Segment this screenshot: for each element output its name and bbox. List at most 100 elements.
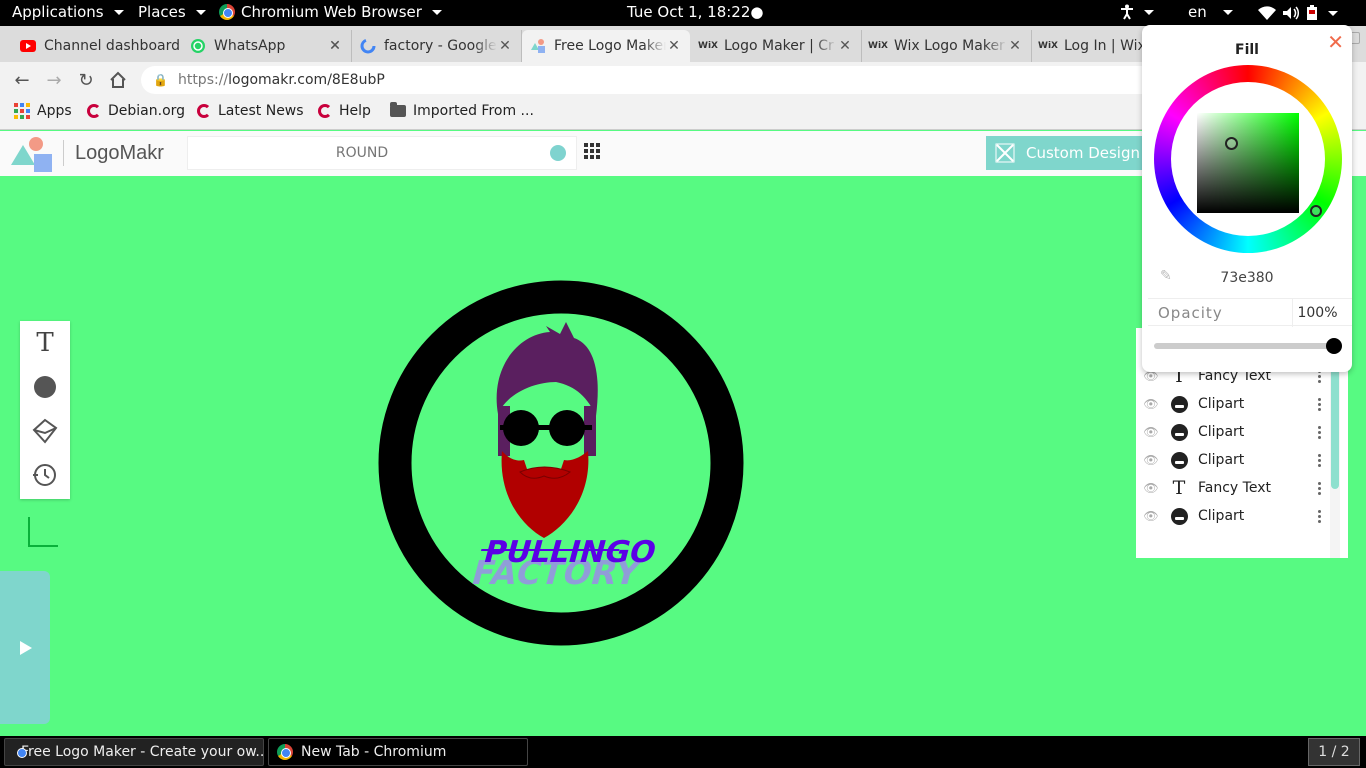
layer-options-icon[interactable] — [1312, 509, 1326, 523]
back-button[interactable]: ← — [10, 68, 34, 92]
tab-whatsapp[interactable]: WhatsApp ✕ — [182, 30, 352, 62]
layer-options-icon[interactable] — [1312, 453, 1326, 467]
bookmark-apps[interactable]: Apps — [14, 103, 72, 119]
accessibility-menu[interactable] — [1120, 4, 1154, 20]
beard-shape — [501, 451, 589, 538]
bookmark-debian[interactable]: Debian.org — [87, 103, 185, 119]
logo-text-group[interactable]: FACTORY PULLINGO — [467, 535, 660, 591]
layer-row[interactable]: 👁 Clipart — [1136, 502, 1326, 530]
logomakr-logo[interactable] — [10, 135, 54, 173]
history-tool[interactable] — [20, 453, 70, 497]
hue-handle[interactable] — [1310, 205, 1322, 217]
forward-button[interactable]: → — [42, 68, 66, 92]
browser-label: Chromium Web Browser — [241, 3, 422, 21]
layer-options-icon[interactable] — [1312, 481, 1326, 495]
tab-google[interactable]: factory - Google ✕ — [352, 30, 522, 62]
bookmark-latest-news[interactable]: Latest News — [197, 103, 304, 119]
bookmark-label: Imported From ... — [413, 103, 534, 119]
visibility-eye-icon[interactable]: 👁 — [1136, 425, 1166, 439]
bookmark-label: Latest News — [218, 103, 304, 119]
workspace-indicator[interactable]: 1 / 2 — [1308, 738, 1360, 766]
system-menu[interactable] — [1258, 5, 1338, 21]
tab-title: Free Logo Maker — [554, 38, 666, 54]
layer-row[interactable]: 👁 T Fancy Text — [1136, 474, 1326, 502]
reload-button[interactable]: ↻ — [74, 68, 98, 92]
close-tab-icon[interactable]: ✕ — [497, 38, 513, 54]
close-tab-icon[interactable]: ✕ — [837, 38, 853, 54]
close-tab-icon[interactable]: ✕ — [1007, 38, 1023, 54]
search-icon[interactable] — [550, 145, 566, 161]
task-logomakr-window[interactable]: Free Logo Maker - Create your ow... — [4, 738, 264, 766]
reload-icon: ↻ — [78, 69, 94, 91]
text-tool[interactable]: T — [20, 321, 70, 365]
layer-options-icon[interactable] — [1312, 397, 1326, 411]
search-input[interactable] — [188, 137, 576, 169]
clipart-search[interactable] — [187, 136, 577, 170]
opacity-slider-handle[interactable] — [1326, 338, 1342, 354]
url-scheme: https:// — [177, 72, 229, 88]
places-menu[interactable]: Places — [138, 3, 206, 21]
layer-row[interactable]: 👁 Clipart — [1136, 418, 1326, 446]
saturation-value-handle[interactable] — [1225, 137, 1238, 150]
bookmark-label: Help — [339, 103, 371, 119]
hipster-face-clipart[interactable] — [496, 322, 598, 538]
layer-row[interactable]: 👁 Clipart — [1136, 446, 1326, 474]
opacity-value-field[interactable]: 100% — [1292, 299, 1342, 327]
saturation-value-picker[interactable] — [1197, 113, 1299, 213]
close-icon[interactable]: ✕ — [1327, 30, 1344, 54]
logo-artwork[interactable]: FACTORY PULLINGO — [370, 276, 750, 656]
close-tab-icon[interactable]: ✕ — [327, 38, 343, 54]
visibility-eye-icon[interactable]: 👁 — [1136, 509, 1166, 523]
preview-panel-toggle[interactable] — [0, 571, 50, 724]
artboard-corner-marker — [28, 517, 58, 547]
layer-row[interactable]: 👁 Clipart — [1136, 390, 1326, 418]
hex-value-field[interactable]: 73e380 — [1142, 270, 1352, 286]
layer-options-icon[interactable] — [1312, 425, 1326, 439]
close-tab-icon[interactable]: ✕ — [666, 38, 682, 54]
applications-label: Applications — [12, 3, 104, 21]
clipart-tool[interactable] — [20, 409, 70, 453]
visibility-eye-icon[interactable]: 👁 — [1136, 397, 1166, 411]
hair-shape — [496, 322, 598, 416]
glasses-bridge — [500, 425, 592, 430]
tab-title: WhatsApp — [214, 38, 286, 54]
chromium-icon — [277, 744, 293, 760]
home-button[interactable] — [106, 68, 130, 92]
opacity-row: Opacity 100% — [1148, 298, 1352, 327]
debian-icon — [318, 104, 332, 118]
sideburn-right — [584, 406, 596, 456]
visibility-eye-icon[interactable]: 👁 — [1136, 453, 1166, 467]
visibility-eye-icon[interactable]: 👁 — [1136, 481, 1166, 495]
bookmark-folder-imported[interactable]: Imported From ... — [390, 102, 534, 119]
clipart-layer-icon — [1168, 505, 1190, 527]
language-menu[interactable]: en — [1188, 3, 1233, 21]
address-bar[interactable]: 🔒 https://logomakr.com/8E8ubP ▣ ☆ — [141, 66, 1211, 94]
tab-title: Wix Logo Maker — [894, 38, 1005, 54]
system-top-bar: Applications Places Chromium Web Browser… — [0, 0, 1366, 26]
wix-icon: WiX — [698, 41, 718, 51]
task-new-tab-window[interactable]: New Tab - Chromium — [268, 738, 528, 766]
pullingo-text[interactable]: PULLINGO — [480, 535, 660, 569]
opacity-slider[interactable] — [1154, 338, 1342, 354]
language-label: en — [1188, 3, 1207, 21]
places-label: Places — [138, 3, 186, 21]
shape-tool[interactable] — [20, 365, 70, 409]
arrow-right-icon: → — [46, 69, 62, 91]
browser-app-menu[interactable]: Chromium Web Browser — [219, 3, 442, 21]
tab-wix-1[interactable]: WiX Logo Maker | Cr ✕ — [692, 30, 862, 62]
task-label: New Tab - Chromium — [301, 744, 447, 760]
apps-grid-icon[interactable] — [584, 143, 600, 159]
layer-name: Clipart — [1198, 508, 1245, 524]
chevron-down-icon — [113, 9, 124, 15]
clipart-layer-icon — [1168, 421, 1190, 443]
header-divider — [63, 140, 64, 166]
layer-name: Clipart — [1198, 396, 1245, 412]
applications-menu[interactable]: Applications — [12, 3, 124, 21]
brand-name: LogoMakr — [75, 142, 164, 164]
google-icon — [360, 38, 376, 54]
tool-palette: T — [20, 321, 70, 499]
clock[interactable]: Tue Oct 1, 18:22● — [627, 3, 764, 21]
tab-wix-2[interactable]: WiX Wix Logo Maker ✕ — [862, 30, 1032, 62]
bookmark-help[interactable]: Help — [318, 103, 371, 119]
tab-logomakr[interactable]: Free Logo Maker ✕ — [522, 30, 690, 62]
